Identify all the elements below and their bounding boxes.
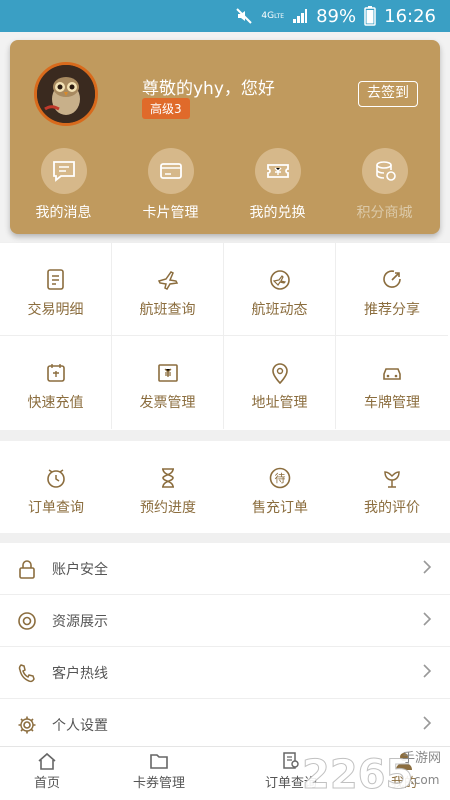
settings-row-account-security[interactable]: 账户安全 xyxy=(0,543,450,595)
service-label: 车牌管理 xyxy=(364,395,420,411)
settings-list: 账户安全 资源展示 客户热线 个人设置 xyxy=(0,543,450,751)
service-transactions[interactable]: 交易明细 xyxy=(0,243,112,336)
quick-action-messages[interactable]: 我的消息 xyxy=(10,148,117,222)
quick-action-label: 卡片管理 xyxy=(142,205,199,221)
tab-home[interactable]: 首页 xyxy=(24,752,70,791)
tab-label: 卡券管理 xyxy=(132,776,185,791)
card-icon xyxy=(147,148,194,194)
recharge-icon xyxy=(0,360,111,386)
settings-label: 客户热线 xyxy=(52,665,108,682)
svg-text:2265: 2265 xyxy=(302,752,413,798)
order-label: 售充订单 xyxy=(252,500,308,516)
chevron-right-icon xyxy=(422,611,432,631)
chevron-right-icon xyxy=(422,559,432,579)
service-label: 航班查询 xyxy=(139,302,196,318)
folder-icon xyxy=(126,752,192,772)
chevron-right-icon xyxy=(422,663,432,683)
gear-icon xyxy=(16,714,38,736)
greeting-text: 尊敬的yhy，您好 xyxy=(142,79,275,99)
service-share[interactable]: 推荐分享 xyxy=(336,243,448,336)
watermark-logo: 2265 手游网 .com xyxy=(298,738,450,799)
order-label: 预约进度 xyxy=(140,500,196,516)
tab-coupons[interactable]: 卡券管理 xyxy=(126,752,192,791)
quick-action-points-mall[interactable]: 积分商城 xyxy=(331,148,438,222)
settings-row-resources[interactable]: 资源展示 xyxy=(0,595,450,647)
flower-icon xyxy=(336,465,448,491)
phone-icon xyxy=(16,662,38,684)
network-indicator: 4G LTE xyxy=(261,10,285,21)
tab-label: 首页 xyxy=(33,776,60,791)
order-reviews[interactable]: 我的评价 xyxy=(336,441,448,533)
target-icon xyxy=(16,610,38,632)
signal-icon xyxy=(292,8,308,24)
service-label: 航班动态 xyxy=(251,302,308,318)
pending-icon: 待 xyxy=(224,465,336,491)
flight-status-icon xyxy=(224,267,335,293)
car-icon xyxy=(336,360,448,386)
service-label: 交易明细 xyxy=(27,302,84,318)
status-bar: 4G LTE 89% 16:26 xyxy=(0,0,450,32)
service-flight-search[interactable]: 航班查询 xyxy=(112,243,224,336)
service-label: 快速充值 xyxy=(27,395,84,411)
service-recharge[interactable]: 快速充值 xyxy=(0,336,112,429)
level-badge: 高级3 xyxy=(142,98,190,119)
service-invoice[interactable]: 发票管理 xyxy=(112,336,224,429)
ticket-icon xyxy=(254,148,301,194)
profile-card: 尊敬的yhy，您好 高级3 去签到 我的消息 卡片管理 我的兑换 积分商城 xyxy=(10,40,440,234)
order-sales[interactable]: 待 售充订单 xyxy=(224,441,336,533)
quick-action-label: 我的兑换 xyxy=(249,205,306,221)
share-icon xyxy=(336,267,448,293)
quick-action-exchange[interactable]: 我的兑换 xyxy=(224,148,331,222)
service-label: 发票管理 xyxy=(139,395,196,411)
settings-label: 账户安全 xyxy=(52,561,108,578)
svg-text:手游网: 手游网 xyxy=(402,751,441,766)
service-label: 地址管理 xyxy=(251,395,308,411)
clock-icon xyxy=(0,465,112,491)
clock-time: 16:26 xyxy=(384,5,436,27)
quick-action-label: 积分商城 xyxy=(356,205,413,221)
chevron-right-icon xyxy=(422,715,432,735)
avatar[interactable] xyxy=(34,62,98,126)
service-flight-status[interactable]: 航班动态 xyxy=(224,243,336,336)
services-grid: 交易明细 航班查询 航班动态 推荐分享 快速充值 发票管理 地址管理 车牌管理 xyxy=(0,243,450,430)
order-reservation[interactable]: 预约进度 xyxy=(112,441,224,533)
battery-icon xyxy=(364,6,376,26)
service-label: 推荐分享 xyxy=(364,302,420,318)
order-label: 我的评价 xyxy=(364,500,420,516)
quick-action-label: 我的消息 xyxy=(35,205,92,221)
service-address[interactable]: 地址管理 xyxy=(224,336,336,429)
svg-text:.com: .com xyxy=(410,773,439,787)
invoice-icon xyxy=(112,360,223,386)
hourglass-icon xyxy=(112,465,224,491)
lock-icon xyxy=(16,558,38,580)
message-icon xyxy=(40,148,87,194)
receipt-icon xyxy=(0,267,111,293)
signin-button[interactable]: 去签到 xyxy=(358,81,418,107)
home-icon xyxy=(24,752,70,772)
quick-action-cards[interactable]: 卡片管理 xyxy=(117,148,224,222)
battery-percent: 89% xyxy=(316,5,357,27)
order-query[interactable]: 订单查询 xyxy=(0,441,112,533)
settings-label: 资源展示 xyxy=(52,613,108,630)
settings-row-hotline[interactable]: 客户热线 xyxy=(0,647,450,699)
coins-icon xyxy=(361,148,408,194)
order-label: 订单查询 xyxy=(28,500,84,516)
settings-label: 个人设置 xyxy=(52,718,108,734)
svg-text:待: 待 xyxy=(275,471,286,485)
location-icon xyxy=(224,360,335,386)
plane-icon xyxy=(112,267,223,293)
mute-icon xyxy=(235,7,253,25)
orders-row: 订单查询 预约进度 待 售充订单 我的评价 xyxy=(0,441,450,533)
service-license-plate[interactable]: 车牌管理 xyxy=(336,336,448,429)
